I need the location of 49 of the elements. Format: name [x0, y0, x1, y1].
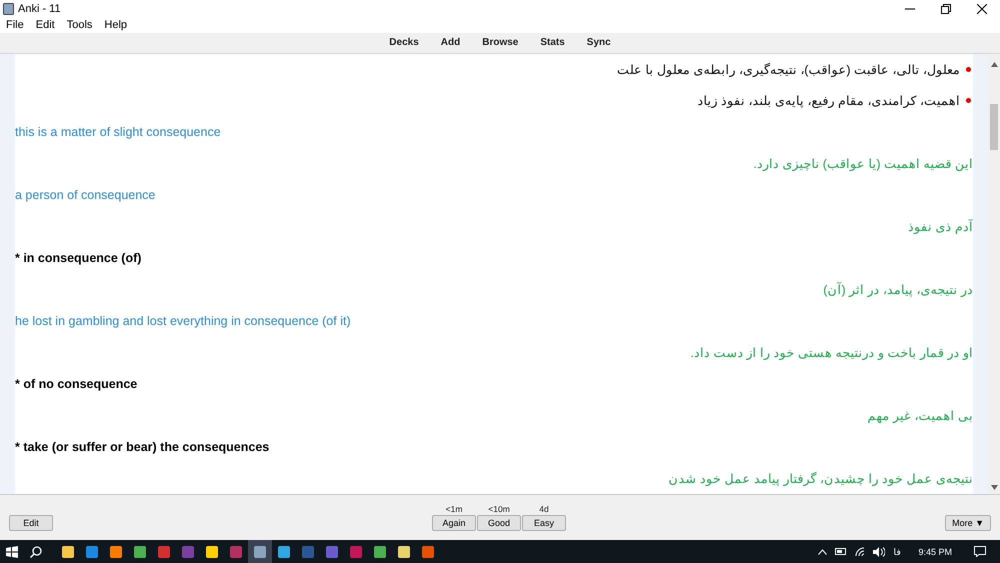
- edit-button[interactable]: Edit: [9, 515, 53, 531]
- scroll-down-icon[interactable]: [990, 484, 998, 490]
- menu-item[interactable]: Tools: [66, 18, 92, 31]
- phrase-heading: * in consequence (of): [15, 251, 142, 266]
- translation-text: در نتیجه‌ی، پیامد، در اثر (آن): [823, 282, 973, 298]
- interval-label: 4d: [539, 504, 549, 514]
- example-sentence: a person of consequence: [15, 188, 156, 202]
- toolbar-link[interactable]: Add: [440, 37, 460, 48]
- scroll-up-icon[interactable]: [990, 62, 998, 66]
- definition-text: اهمیت، کرامندی، مقام رفیع، پایه‌ی بلند، نفوذ زیاد: [698, 93, 960, 108]
- example-sentence: this is a matter of slight consequence: [15, 125, 221, 140]
- toolbar-link[interactable]: Decks: [389, 37, 419, 48]
- phrase-heading: * of no consequence: [15, 377, 138, 392]
- battery-icon[interactable]: [835, 548, 848, 555]
- bullet-icon: [966, 98, 971, 104]
- answer-button[interactable]: Again: [432, 515, 476, 531]
- translation-text: این قضیه اهمیت (یا عواقب) ناچیزی دارد.: [753, 156, 973, 172]
- menu-item[interactable]: File: [6, 18, 24, 31]
- translation-text: بی اهمیت، غیر مهم: [868, 408, 973, 424]
- bullet-icon: [966, 66, 971, 72]
- answer-button[interactable]: Easy: [522, 515, 566, 531]
- caret-icon[interactable]: [818, 548, 828, 554]
- notification-icon[interactable]: [974, 546, 986, 557]
- toolbar-link[interactable]: Stats: [540, 37, 565, 48]
- example-sentence: he lost in gambling and lost everything in consequence (of it): [15, 314, 351, 328]
- answer-button[interactable]: Good: [477, 515, 522, 531]
- scrollbar-thumb[interactable]: [990, 104, 998, 150]
- menu-item[interactable]: Help: [104, 18, 128, 31]
- wifi-icon[interactable]: [855, 546, 866, 556]
- toolbar-link[interactable]: Sync: [586, 37, 611, 48]
- scrollbar[interactable]: [988, 54, 1000, 494]
- phrase-heading: * take (or suffer or bear) the consequences: [15, 440, 270, 454]
- clock-text[interactable]: 9:45 PM: [918, 546, 952, 556]
- close-icon[interactable]: [977, 4, 987, 14]
- toolbar-link[interactable]: Browse: [482, 37, 518, 48]
- window-title: Anki - 11: [18, 2, 61, 14]
- more-button[interactable]: More ▼: [945, 515, 991, 531]
- translation-text: نتیجه‌ی عمل خود را چشیدن، گرفتار پیامد عمل خود شدن: [668, 471, 973, 486]
- restore-icon[interactable]: [941, 4, 951, 14]
- speaker-icon[interactable]: [873, 546, 886, 556]
- windows-logo-icon[interactable]: [6, 546, 18, 558]
- language-indicator[interactable]: فا: [893, 546, 900, 556]
- interval-label: <10m: [488, 504, 510, 514]
- definition-text: معلول، تالی، عاقبت (عواقب)، نتیجه‌گیری، رابطه‌ی معلول با علت: [616, 62, 960, 77]
- folder-icon[interactable]: [62, 546, 74, 558]
- menu-item[interactable]: Edit: [36, 18, 55, 31]
- interval-label: <1m: [446, 504, 462, 514]
- translation-text: او در قمار باخت و درنتیجه هستی خود را از دست داد.: [690, 345, 973, 360]
- search-icon[interactable]: [30, 546, 42, 558]
